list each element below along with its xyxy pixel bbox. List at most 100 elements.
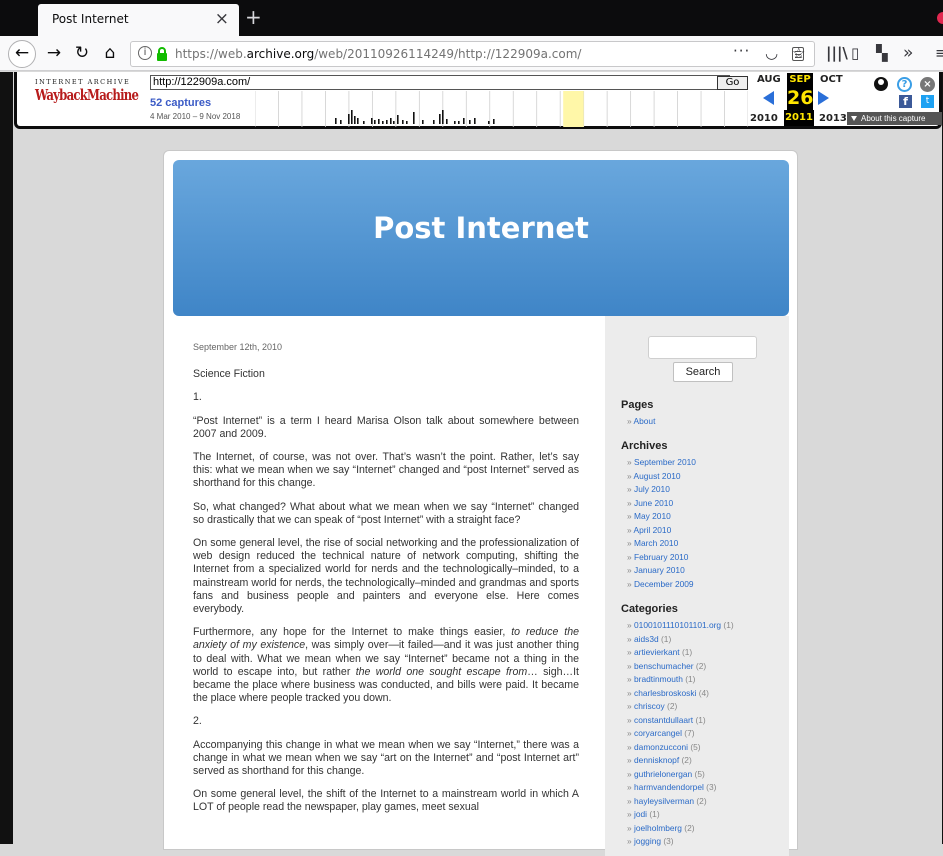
categories-item-label[interactable]: 0100101110101101.org xyxy=(634,620,721,630)
categories-item[interactable]: » harmvandendorpel (3) xyxy=(627,781,734,795)
tab-post-internet[interactable]: Post Internet × xyxy=(38,4,239,36)
overflow-icon[interactable]: » xyxy=(903,44,913,62)
categories-item[interactable]: » damonzucconi (5) xyxy=(627,741,734,755)
menu-icon[interactable]: ≡ xyxy=(935,44,943,62)
pages-item-label[interactable]: About xyxy=(634,416,656,426)
wayback-url-input[interactable]: http://122909a.com/ xyxy=(150,75,730,90)
categories-item-label[interactable]: hayleysilverman xyxy=(634,796,694,806)
wayback-sparkline[interactable] xyxy=(255,91,748,127)
site-title[interactable]: Post Internet xyxy=(173,211,789,245)
categories-item-label[interactable]: bradtinmouth xyxy=(634,674,683,684)
back-icon[interactable]: ← xyxy=(8,40,36,68)
sparkline-bar xyxy=(351,110,353,124)
prev-capture-arrow-icon[interactable] xyxy=(763,91,774,105)
forward-icon[interactable]: → xyxy=(42,42,66,66)
archives-item-label[interactable]: December 2009 xyxy=(634,579,694,589)
help-icon[interactable]: ? xyxy=(897,77,912,92)
url-text[interactable]: https://web.archive.org/web/201109261142… xyxy=(175,47,581,61)
categories-item[interactable]: » constantdullaart (1) xyxy=(627,714,734,728)
categories-item-label[interactable]: harmvandendorpel xyxy=(634,782,704,792)
categories-item[interactable]: » chriscoy (2) xyxy=(627,700,734,714)
categories-item-label[interactable]: dennisknopf xyxy=(634,755,679,765)
wayback-year-prev[interactable]: 2010 xyxy=(750,113,778,124)
categories-item-label[interactable]: damonzucconi xyxy=(634,742,688,752)
categories-item[interactable]: » guthrielonergan (5) xyxy=(627,768,734,782)
archives-item[interactable]: » July 2010 xyxy=(627,483,696,497)
archives-item-label[interactable]: April 2010 xyxy=(634,525,672,535)
categories-item[interactable]: » artievierkant (1) xyxy=(627,646,734,660)
search-input[interactable] xyxy=(648,336,757,359)
archives-heading: Archives xyxy=(621,440,668,452)
wayback-month-prev[interactable]: AUG xyxy=(757,74,781,85)
search-button[interactable]: Search xyxy=(673,362,733,382)
categories-item-label[interactable]: chriscoy xyxy=(634,701,665,711)
archives-item-label[interactable]: January 2010 xyxy=(634,565,685,575)
archives-item[interactable]: » August 2010 xyxy=(627,470,696,484)
categories-item[interactable]: » joelholmberg (2) xyxy=(627,822,734,836)
categories-item-count: (1) xyxy=(658,633,672,644)
categories-item-label[interactable]: benschumacher xyxy=(634,661,694,671)
categories-item[interactable]: » benschumacher (2) xyxy=(627,660,734,674)
categories-item-label[interactable]: constantdullaart xyxy=(634,715,693,725)
wayback-captures-link[interactable]: 52 captures xyxy=(150,97,211,109)
archives-item-label[interactable]: September 2010 xyxy=(634,457,696,467)
archives-item-label[interactable]: March 2010 xyxy=(634,538,678,548)
library-icon[interactable]: |||\ xyxy=(826,44,848,62)
archives-item[interactable]: » March 2010 xyxy=(627,537,696,551)
archives-item[interactable]: » February 2010 xyxy=(627,551,696,565)
twitter-icon[interactable]: t xyxy=(921,95,934,108)
bookmark-star-icon[interactable]: ☆ xyxy=(792,44,805,62)
info-icon[interactable]: i xyxy=(138,46,152,60)
categories-item[interactable]: » 0100101110101101.org (1) xyxy=(627,619,734,633)
lock-icon[interactable] xyxy=(155,46,169,62)
account-icon[interactable] xyxy=(874,77,888,91)
sidebar-icon[interactable]: ▯ xyxy=(851,44,859,62)
categories-item-label[interactable]: artievierkant xyxy=(634,647,680,657)
about-capture-button[interactable]: About this capture xyxy=(847,112,942,125)
pages-item[interactable]: » About xyxy=(627,415,655,429)
new-tab-icon[interactable]: + xyxy=(245,7,262,27)
archives-item-label[interactable]: February 2010 xyxy=(634,552,688,562)
categories-item-label[interactable]: joelholmberg xyxy=(634,823,682,833)
archives-item-label[interactable]: June 2010 xyxy=(634,498,673,508)
categories-item-label[interactable]: charlesbroskoski xyxy=(634,688,696,698)
archives-item-label[interactable]: May 2010 xyxy=(634,511,671,521)
extension-icon[interactable]: ▚ xyxy=(876,44,888,62)
archives-item[interactable]: » May 2010 xyxy=(627,510,696,524)
reload-icon[interactable]: ↻ xyxy=(70,42,94,66)
categories-item-label[interactable]: aids3d xyxy=(634,634,659,644)
wayback-logo[interactable]: WaybackMachine xyxy=(35,86,139,104)
url-bar[interactable]: i https://web.archive.org/web/2011092611… xyxy=(130,41,815,67)
archives-item[interactable]: » April 2010 xyxy=(627,524,696,538)
categories-item[interactable]: » dennisknopf (2) xyxy=(627,754,734,768)
archives-item-label[interactable]: August 2010 xyxy=(634,471,681,481)
tab-close-icon[interactable]: × xyxy=(215,9,229,29)
categories-item[interactable]: » jogging (3) xyxy=(627,835,734,849)
archives-item[interactable]: » September 2010 xyxy=(627,456,696,470)
categories-item-label[interactable]: jodi xyxy=(634,809,647,819)
pocket-icon[interactable]: ◡ xyxy=(765,44,778,62)
categories-item[interactable]: » aids3d (1) xyxy=(627,633,734,647)
raquo-icon: » xyxy=(627,633,634,644)
categories-item[interactable]: » bradtinmouth (1) xyxy=(627,673,734,687)
archives-item[interactable]: » December 2009 xyxy=(627,578,696,592)
home-icon[interactable]: ⌂ xyxy=(98,42,122,66)
categories-item[interactable]: » coryarcangel (7) xyxy=(627,727,734,741)
window-control-icon[interactable] xyxy=(937,12,943,24)
categories-item[interactable]: » jodi (1) xyxy=(627,808,734,822)
categories-item-label[interactable]: jogging xyxy=(634,836,661,846)
close-icon[interactable]: × xyxy=(920,77,935,92)
archives-item-label[interactable]: July 2010 xyxy=(634,484,670,494)
archives-item[interactable]: » June 2010 xyxy=(627,497,696,511)
categories-item[interactable]: » hayleysilverman (2) xyxy=(627,795,734,809)
categories-item-label[interactable]: guthrielonergan xyxy=(634,769,692,779)
categories-item[interactable]: » charlesbroskoski (4) xyxy=(627,687,734,701)
wayback-go-button[interactable]: Go xyxy=(717,76,748,90)
wayback-month-next[interactable]: OCT xyxy=(820,74,843,85)
facebook-icon[interactable]: f xyxy=(899,95,912,108)
archives-item[interactable]: » January 2010 xyxy=(627,564,696,578)
ellipsis-icon[interactable]: ··· xyxy=(733,42,750,60)
next-capture-arrow-icon[interactable] xyxy=(818,91,829,105)
wayback-year-next[interactable]: 2013 xyxy=(819,113,847,124)
categories-item-label[interactable]: coryarcangel xyxy=(634,728,682,738)
